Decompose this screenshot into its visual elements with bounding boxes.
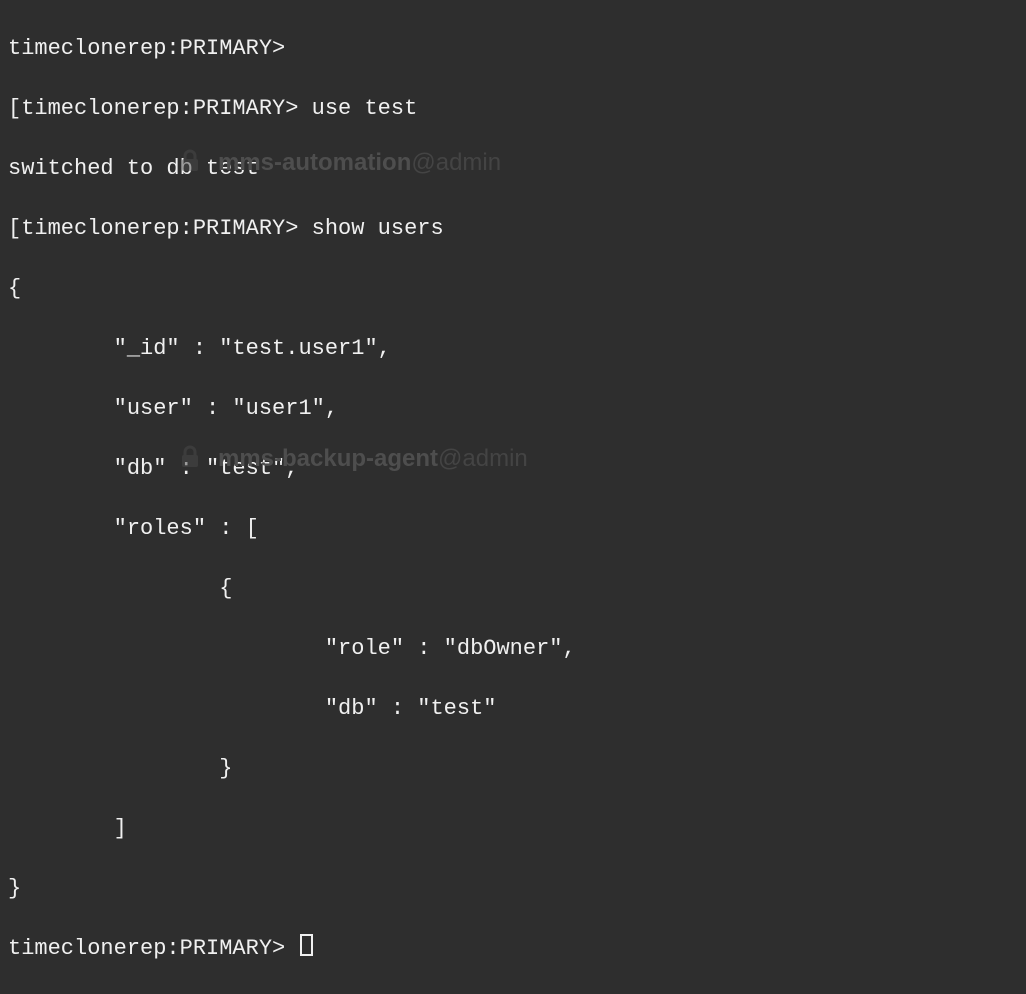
terminal-line: "role" : "dbOwner",	[8, 634, 1018, 664]
terminal-line: switched to db test	[8, 154, 1018, 184]
terminal-line: "db" : "test"	[8, 694, 1018, 724]
terminal-line: ]	[8, 814, 1018, 844]
terminal-line: {	[8, 574, 1018, 604]
terminal-line: [timeclonerep:PRIMARY> show users	[8, 214, 1018, 244]
terminal-line: timeclonerep:PRIMARY>	[8, 34, 1018, 64]
terminal-line: "roles" : [	[8, 514, 1018, 544]
terminal-line: [timeclonerep:PRIMARY> use test	[8, 94, 1018, 124]
terminal-prompt-text: timeclonerep:PRIMARY>	[8, 936, 298, 961]
terminal-line: {	[8, 274, 1018, 304]
terminal-line: "db" : "test",	[8, 454, 1018, 484]
terminal-line: "user" : "user1",	[8, 394, 1018, 424]
terminal-line: "_id" : "test.user1",	[8, 334, 1018, 364]
terminal-output[interactable]: timeclonerep:PRIMARY> [timeclonerep:PRIM…	[8, 4, 1018, 994]
cursor	[300, 934, 313, 956]
terminal-prompt-current[interactable]: timeclonerep:PRIMARY>	[8, 934, 1018, 964]
terminal-line: }	[8, 874, 1018, 904]
terminal-line: }	[8, 754, 1018, 784]
